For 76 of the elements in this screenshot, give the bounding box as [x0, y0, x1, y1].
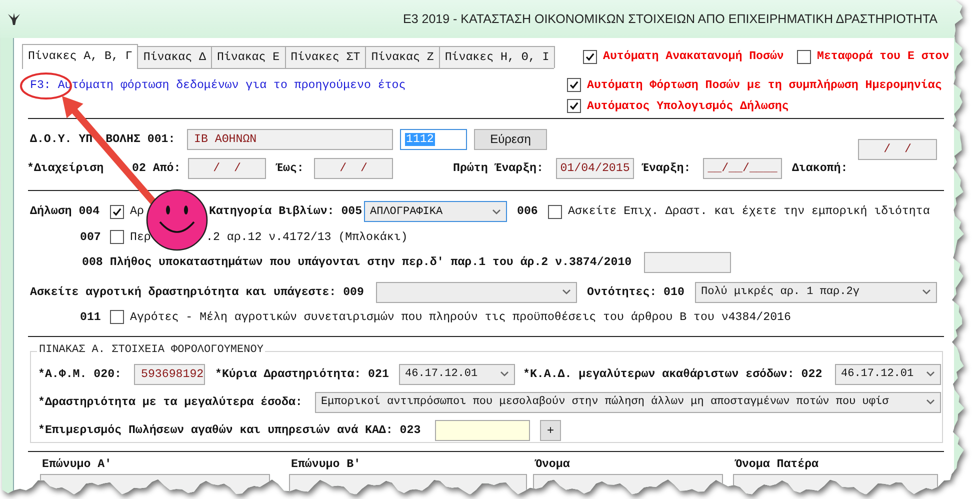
- input-field[interactable]: [435, 420, 530, 440]
- label: 011: [80, 310, 101, 324]
- dropdown[interactable]: ΑΠΛΟΓΡΑΦΙΚΑ: [364, 201, 507, 222]
- column-header: Όνομα Πατέρα: [735, 458, 818, 470]
- dropdown[interactable]: Εμπορικοί αντιπρόσωποι που μεσολαβούν στην πώληση άλλων μη αποσταγμένων ποτών που υφίσ: [315, 392, 941, 412]
- input-field[interactable]: [733, 474, 938, 494]
- input-field[interactable]: / /: [188, 158, 266, 179]
- checkbox[interactable]: [110, 230, 124, 244]
- tab[interactable]: Πίνακες ΣΤ: [284, 46, 366, 68]
- label: ΒΟΛΗΣ 001:: [106, 132, 176, 146]
- label: Οντότητες: 010: [587, 286, 684, 298]
- input-field[interactable]: [644, 252, 731, 272]
- column-header: Επώνυμο Α': [42, 458, 112, 470]
- column-header: Επώνυμο Β': [291, 458, 361, 470]
- column-header: Όνομα: [535, 458, 570, 470]
- window-title: Ε3 2019 - ΚΑΤΑΣΤΑΣΗ ΟΙΚΟΝΟΜΙΚΩΝ ΣΤΟΙΧΕΙΩΝ ΑΠΟ ΕΠΙΧΕΙΡΗΜΑΤΙΚΗ ΔΡΑΣΤΗΡΙΟΤΗΤΑ: [403, 12, 938, 26]
- dropdown[interactable]: 46.17.12.01: [399, 364, 515, 384]
- label: Περ: [130, 230, 151, 244]
- tab[interactable]: Πίνακες Α, Β, Γ: [22, 44, 138, 69]
- label: 007: [80, 230, 101, 244]
- label: Διακοπή:: [792, 162, 848, 175]
- label: Πρώτη Έναρξη:: [453, 162, 544, 175]
- chevron-icon: [562, 289, 571, 295]
- chevron-icon: [926, 399, 935, 405]
- label: Έναρξη:: [642, 162, 691, 175]
- button[interactable]: +: [540, 420, 561, 440]
- input-field[interactable]: / /: [858, 138, 937, 160]
- chevron-icon: [926, 371, 935, 377]
- dropdown[interactable]: 46.17.12.01: [835, 364, 941, 384]
- checkbox[interactable]: [567, 99, 581, 113]
- dropdown[interactable]: Πολύ μικρές αρ. 1 παρ.2γ: [695, 282, 937, 302]
- input-field[interactable]: [533, 474, 723, 494]
- input-field[interactable]: [289, 474, 527, 494]
- checkbox-label: Αυτόματος Υπολογισμός Δήλωσης: [587, 100, 789, 112]
- label: 02 Από:: [132, 162, 181, 175]
- checkbox[interactable]: [548, 204, 562, 218]
- chevron-icon: [922, 289, 931, 295]
- label: 006: [517, 205, 538, 218]
- label: *Κύρια Δραστηριότητα: 021: [215, 368, 389, 380]
- tab[interactable]: Πίνακας Ζ: [365, 46, 440, 68]
- input-field[interactable]: __/__/____: [703, 158, 782, 179]
- label: Δήλωση 004: [30, 205, 100, 218]
- logo-icon: [7, 12, 21, 26]
- input-field[interactable]: [40, 474, 270, 494]
- checkbox[interactable]: [797, 50, 811, 64]
- input-field[interactable]: / /: [314, 158, 393, 179]
- label: Κατηγορία Βιβλίων: 005: [209, 205, 362, 218]
- label: *Κ.Α.Δ. μεγαλύτερων ακαθάριστων εσόδων: 022: [523, 368, 822, 380]
- checkbox-label: Αυτόματη Ανακατανομή Ποσών: [603, 50, 784, 63]
- checkbox[interactable]: [567, 78, 581, 92]
- tab[interactable]: Πίνακες Η, Θ, Ι: [438, 46, 556, 68]
- label: *Α.Φ.Μ. 020:: [38, 368, 122, 380]
- label: Ασκείτε Επιχ. Δραστ. και έχετε την εμπορική ιδιότητα: [568, 205, 930, 218]
- checkbox-label: Αυτόματη Φόρτωση Ποσών με τη συμπλήρωση Ημερομηνίας: [587, 78, 942, 92]
- label: Αγρότες - Μέλη αγροτικών συνεταιρισμών που πληρούν τις προϋποθέσεις του άρθρου Β του ν4384/2016: [130, 310, 791, 324]
- tab[interactable]: Πίνακας Δ: [137, 46, 212, 68]
- input-field[interactable]: ΙΒ ΑΘΗΝΩΝ: [187, 128, 393, 150]
- label: Δ.Ο.Υ. ΥΠ: [30, 132, 93, 146]
- button[interactable]: Εύρεση: [474, 128, 547, 150]
- chevron-icon: [492, 208, 501, 214]
- input-field[interactable]: 593698192: [134, 364, 205, 384]
- label: *Διαχείριση: [27, 162, 104, 175]
- label: Αρ: [130, 205, 144, 218]
- label: Έως:: [276, 162, 304, 175]
- label: .2 αρ.12 ν.4172/13 (Μπλοκάκι): [206, 230, 408, 244]
- chevron-icon: [500, 371, 509, 377]
- label: *Επιμερισμός Πωλήσεων αγαθών και υπηρεσιών ανά ΚΑΔ: 023: [38, 424, 421, 436]
- label: Ασκείτε αγροτική δραστηριότητα και υπάγεστε: 009: [30, 286, 364, 298]
- input-field[interactable]: 01/04/2015: [556, 158, 634, 179]
- label: 008 Πλήθος υποκαταστημάτων που υπάγονται στην περ.δ' παρ.1 του άρ.2 ν.3874/2010: [82, 256, 632, 268]
- checkbox[interactable]: [110, 310, 124, 324]
- tab[interactable]: Πίνακας Ε: [211, 46, 286, 68]
- checkbox[interactable]: [110, 204, 124, 218]
- label: *Δραστηριότητα με τα μεγαλύτερα έσοδα:: [38, 396, 302, 408]
- checkbox-label: Μεταφορά του Ε στον: [817, 50, 950, 63]
- checkbox[interactable]: [583, 50, 597, 64]
